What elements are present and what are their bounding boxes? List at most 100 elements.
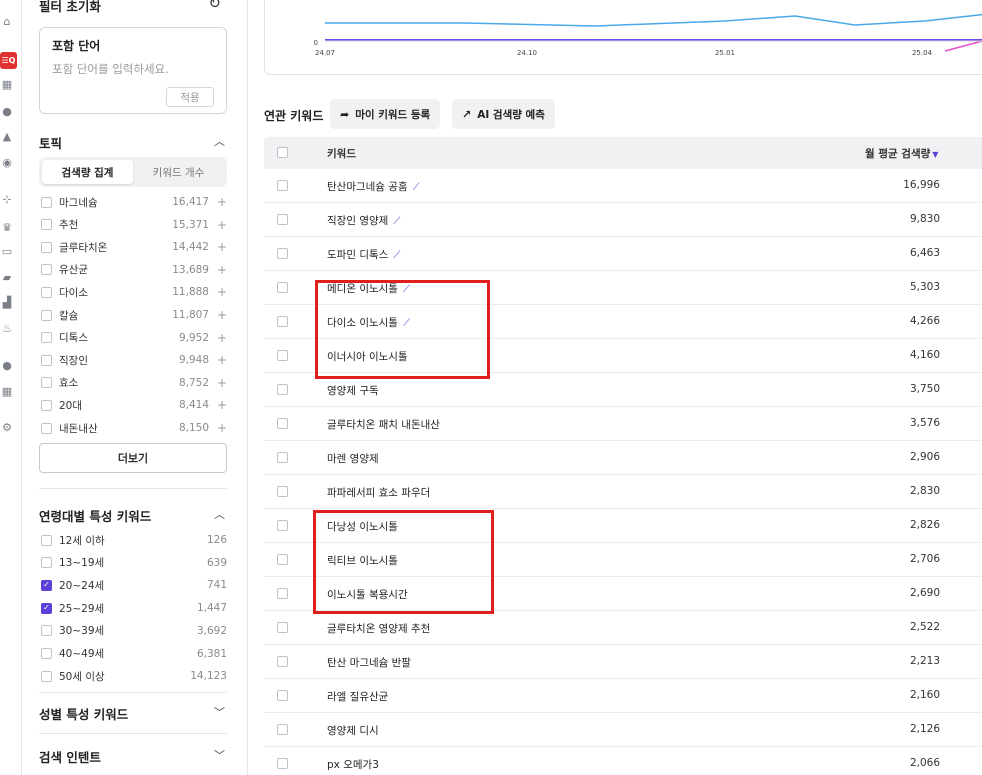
topic-item[interactable]: 내돈내산 8,150 + xyxy=(41,419,227,437)
people-icon[interactable]: ◉ xyxy=(0,155,14,169)
gear-icon[interactable]: ⚙ xyxy=(0,420,14,434)
row-checkbox[interactable] xyxy=(277,350,288,361)
row-checkbox[interactable] xyxy=(277,316,288,327)
tab-keyword-count[interactable]: 키워드 개수 xyxy=(133,160,224,184)
plus-icon[interactable]: + xyxy=(209,308,227,322)
keyword-cell[interactable]: 마렌 영양제 xyxy=(327,451,379,466)
row-checkbox[interactable] xyxy=(277,452,288,463)
table-row[interactable]: 라엘 질유산균 2,160 xyxy=(264,679,982,713)
topic-item[interactable]: 추천 15,371 + xyxy=(41,216,227,234)
row-checkbox[interactable] xyxy=(277,724,288,735)
row-checkbox[interactable] xyxy=(277,486,288,497)
topic-item[interactable]: 직장인 9,948 + xyxy=(41,351,227,369)
plus-icon[interactable]: + xyxy=(209,421,227,435)
crown-icon[interactable]: ♛ xyxy=(0,220,14,234)
keyword-cell[interactable]: 글루타치온 패치 내돈내산 xyxy=(327,417,440,432)
trend-chart-icon[interactable]: ⟋ xyxy=(393,216,400,227)
topic-item[interactable]: 효소 8,752 + xyxy=(41,374,227,392)
keyword-cell[interactable]: 글루타치온 영양제 추천 xyxy=(327,621,430,636)
age-checkbox[interactable] xyxy=(41,625,52,637)
topic-item[interactable]: 디톡스 9,952 + xyxy=(41,329,227,347)
map-icon[interactable]: ▦ xyxy=(0,77,14,91)
folder-icon[interactable]: ▰ xyxy=(0,270,14,284)
keyword-cell[interactable]: 도파민 디톡스 ⟋ xyxy=(327,247,400,262)
topic-item[interactable]: 다이소 11,888 + xyxy=(41,283,227,301)
row-checkbox[interactable] xyxy=(277,214,288,225)
age-item[interactable]: 12세 이하 126 xyxy=(41,531,227,549)
table-row[interactable]: 도파민 디톡스 ⟋ 6,463 xyxy=(264,237,982,271)
age-checkbox[interactable]: ✓ xyxy=(41,579,52,591)
gender-keyword-title[interactable]: 성별 특성 키워드 xyxy=(39,704,128,723)
topic-checkbox[interactable] xyxy=(41,309,52,321)
trend-chart-icon[interactable]: ⟋ xyxy=(413,182,420,193)
age-checkbox[interactable] xyxy=(41,648,52,659)
topic-item[interactable]: 유산균 13,689 + xyxy=(41,261,227,279)
home-icon[interactable]: ⌂ xyxy=(0,14,14,28)
age-item[interactable]: 13~19세 639 xyxy=(41,554,227,572)
topic-checkbox[interactable] xyxy=(41,377,52,389)
column-monthly-volume[interactable]: 월 평균 검색량 ▼ xyxy=(865,146,938,161)
keyword-cell[interactable]: 탄산 마그네슘 반팔 xyxy=(327,655,411,670)
keyword-cell[interactable]: 영양제 구독 xyxy=(327,383,379,398)
keyword-cell[interactable]: 탄산마그네슘 공홈 ⟋ xyxy=(327,179,420,194)
age-item[interactable]: 50세 이상 14,123 xyxy=(41,667,227,685)
table-row[interactable]: 직장인 영양제 ⟋ 9,830 xyxy=(264,203,982,237)
plus-icon[interactable]: + xyxy=(209,353,227,367)
store-icon[interactable]: ▭ xyxy=(0,244,14,258)
row-checkbox[interactable] xyxy=(277,282,288,293)
table-row[interactable]: 탄산 마그네슘 반팔 2,213 xyxy=(264,645,982,679)
topic-checkbox[interactable] xyxy=(41,219,52,231)
select-all-checkbox[interactable] xyxy=(277,147,288,158)
age-item[interactable]: 30~39세 3,692 xyxy=(41,622,227,640)
building-icon[interactable]: ▦ xyxy=(0,384,14,398)
row-checkbox[interactable] xyxy=(277,622,288,633)
stats-icon[interactable]: ▟ xyxy=(0,295,14,309)
topic-item[interactable]: 칼슘 11,807 + xyxy=(41,306,227,324)
topic-checkbox[interactable] xyxy=(41,332,52,344)
topic-checkbox[interactable] xyxy=(41,399,52,411)
topic-checkbox[interactable] xyxy=(41,422,52,434)
chevron-up-icon[interactable]: ︿ xyxy=(214,133,225,149)
topic-checkbox[interactable] xyxy=(41,264,52,276)
plus-icon[interactable]: + xyxy=(209,263,227,277)
search-intent-title[interactable]: 검색 인텐트 xyxy=(39,747,101,766)
topic-item[interactable]: 마그네슘 16,417 + xyxy=(41,193,227,211)
topic-checkbox[interactable] xyxy=(41,241,52,253)
topic-item[interactable]: 20대 8,414 + xyxy=(41,396,227,414)
column-keyword[interactable]: 키워드 xyxy=(327,146,356,161)
plus-icon[interactable]: + xyxy=(209,331,227,345)
table-row[interactable]: 탄산마그네슘 공홈 ⟋ 16,996 xyxy=(264,169,982,203)
age-checkbox[interactable] xyxy=(41,557,52,569)
tab-search-volume[interactable]: 검색량 집계 xyxy=(42,160,133,184)
keyword-cell[interactable]: 라엘 질유산균 xyxy=(327,689,388,704)
plus-icon[interactable]: + xyxy=(209,398,227,412)
sort-desc-icon[interactable]: ▼ xyxy=(932,150,938,159)
topic-checkbox[interactable] xyxy=(41,196,52,208)
plus-icon[interactable]: + xyxy=(209,240,227,254)
age-item[interactable]: ✓ 20~24세 741 xyxy=(41,576,227,594)
chevron-down-icon[interactable]: ﹀ xyxy=(214,747,225,763)
plus-icon[interactable]: + xyxy=(209,195,227,209)
age-item[interactable]: 40~49세 6,381 xyxy=(41,645,227,663)
users-icon[interactable]: ● xyxy=(0,104,14,118)
plus-icon[interactable]: + xyxy=(209,218,227,232)
age-checkbox[interactable] xyxy=(41,534,52,546)
keyword-cell[interactable]: 직장인 영양제 ⟋ xyxy=(327,213,400,228)
table-row[interactable]: 파파레서피 효소 파우더 2,830 xyxy=(264,475,982,509)
show-more-button[interactable]: 더보기 xyxy=(39,443,227,473)
chevron-up-icon[interactable]: ︿ xyxy=(214,506,225,522)
include-words-input[interactable] xyxy=(52,62,212,76)
chat-icon[interactable]: ● xyxy=(0,358,14,372)
my-keyword-register-button[interactable]: ➦ 마이 키워드 등록 xyxy=(330,99,441,129)
row-checkbox[interactable] xyxy=(277,520,288,531)
filter-reset-label[interactable]: 필터 초기화 xyxy=(39,0,101,15)
reset-icon[interactable]: ↻ xyxy=(208,0,221,12)
chart-plus-icon[interactable]: ⊹ xyxy=(0,192,14,206)
fire-icon[interactable]: ♨ xyxy=(0,321,14,335)
row-checkbox[interactable] xyxy=(277,248,288,259)
age-checkbox[interactable]: ✓ xyxy=(41,602,52,614)
ai-predict-button[interactable]: ↗ AI 검색량 예측 xyxy=(452,99,555,129)
topic-item[interactable]: 글루타치온 14,442 + xyxy=(41,238,227,256)
row-checkbox[interactable] xyxy=(277,758,288,769)
row-checkbox[interactable] xyxy=(277,180,288,191)
